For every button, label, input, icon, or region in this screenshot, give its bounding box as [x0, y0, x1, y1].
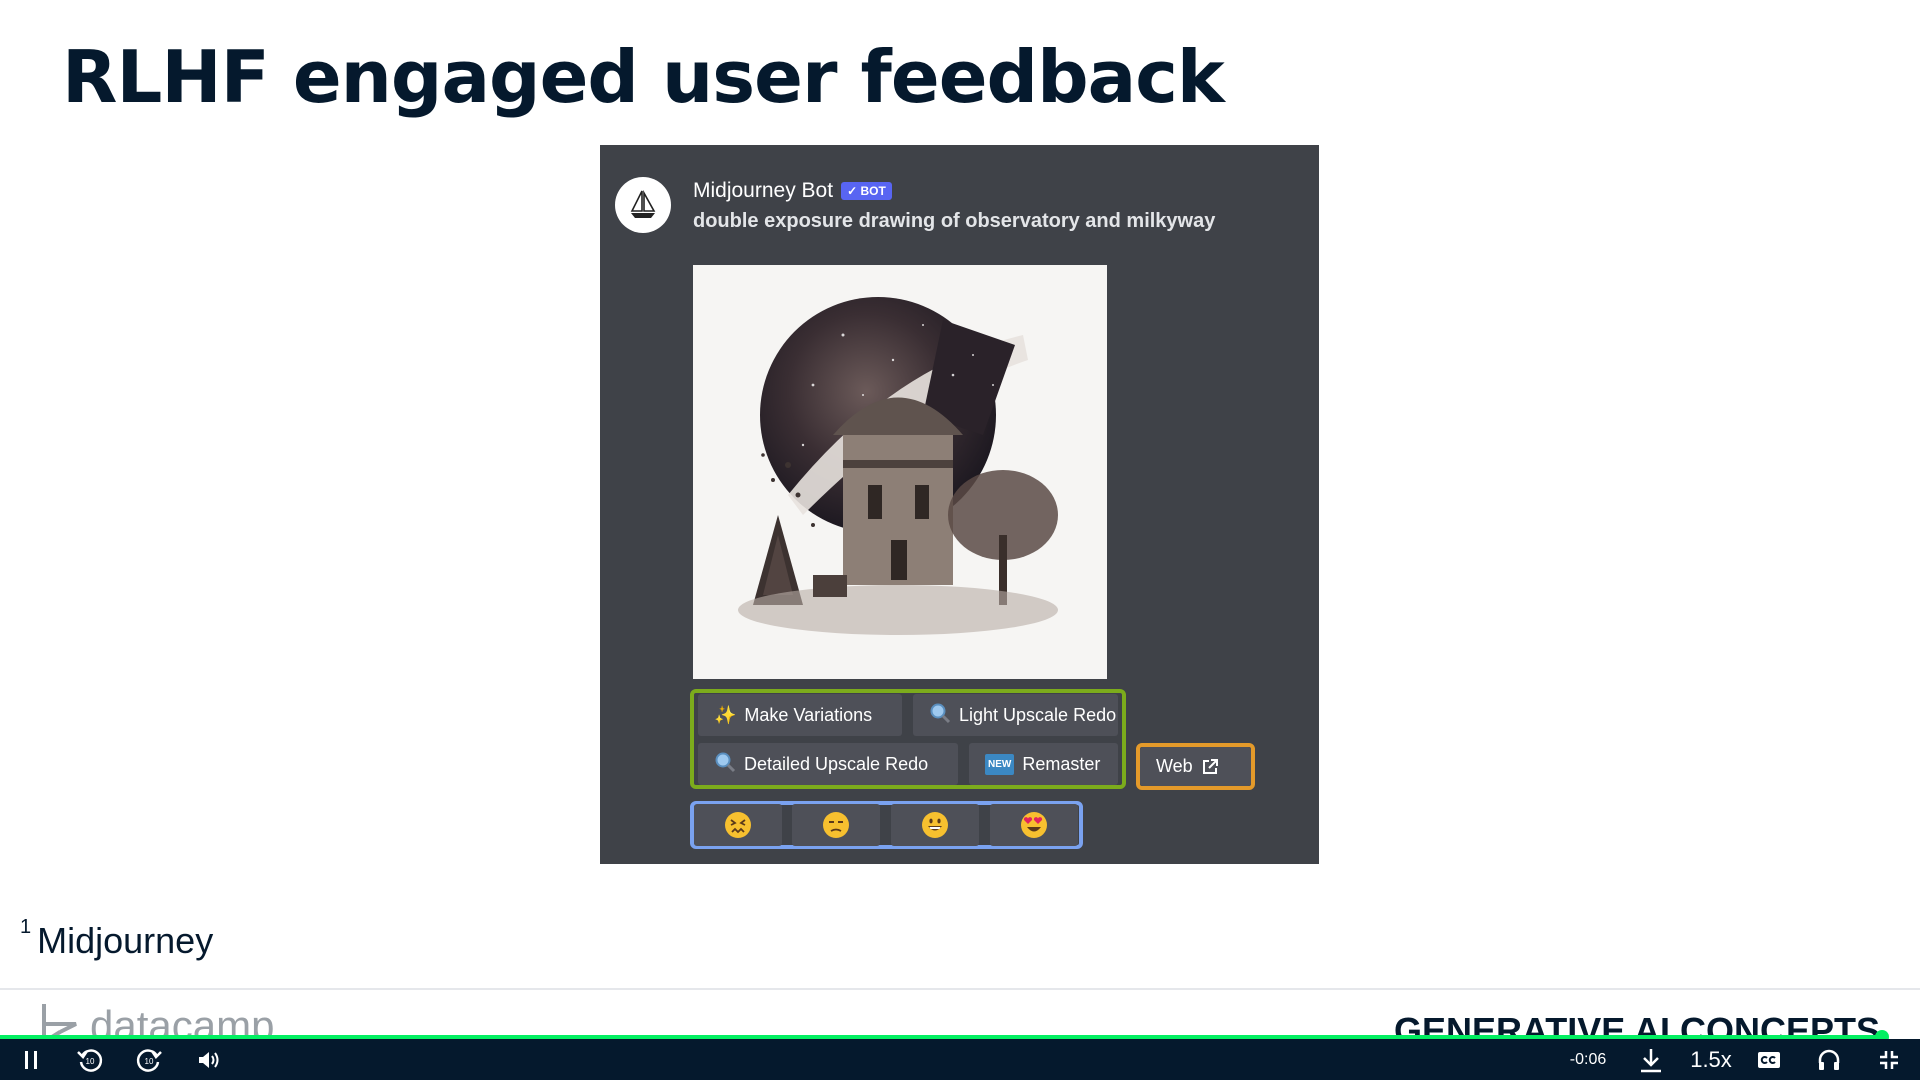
web-label: Web: [1156, 756, 1193, 776]
forward-10-icon: 10: [136, 1048, 162, 1072]
sailboat-icon: [630, 189, 656, 218]
download-icon: [1641, 1048, 1661, 1072]
reaction-button-unamused[interactable]: [792, 804, 880, 846]
bot-name[interactable]: Midjourney Bot: [693, 179, 833, 203]
playback-speed-button[interactable]: 1.5x: [1686, 1039, 1736, 1080]
rewind-10-button[interactable]: 10: [72, 1039, 108, 1080]
magic-wand-icon: ✨: [714, 704, 737, 725]
footnote-number: 1: [20, 916, 32, 938]
captions-button[interactable]: [1752, 1039, 1786, 1080]
magnifier-icon: [714, 751, 736, 778]
forward-10-button[interactable]: 10: [131, 1039, 167, 1080]
confounded-face-icon: [725, 812, 751, 838]
new-badge-icon: NEW: [985, 753, 1015, 775]
reaction-button-heart-eyes[interactable]: [990, 804, 1078, 846]
volume-button[interactable]: [192, 1039, 226, 1080]
remaster-label: Remaster: [1022, 753, 1101, 774]
reaction-button-grinning[interactable]: [891, 804, 979, 846]
video-player-controls: 10 10 -0:06 1.5x: [0, 1039, 1920, 1080]
grinning-face-icon: [922, 812, 948, 838]
heart-eyes-face-icon: [1021, 812, 1047, 838]
external-link-icon: [1202, 758, 1218, 774]
exit-fullscreen-button[interactable]: [1872, 1039, 1906, 1080]
detailed-upscale-redo-button[interactable]: Detailed Upscale Redo: [698, 743, 958, 785]
audio-button[interactable]: [1812, 1039, 1846, 1080]
pause-icon: [25, 1050, 37, 1069]
svg-text:10: 10: [145, 1057, 154, 1066]
exit-fullscreen-icon: [1880, 1050, 1898, 1069]
closed-captions-icon: [1758, 1051, 1780, 1068]
generated-image[interactable]: [693, 265, 1107, 679]
magnifier-icon: [929, 702, 951, 729]
prompt-text: double exposure drawing of observatory a…: [693, 210, 1216, 232]
rewind-10-icon: 10: [77, 1048, 103, 1072]
remaster-button[interactable]: NEW Remaster: [969, 743, 1118, 785]
discord-message-card: Midjourney Bot ✓ BOT double exposure dra…: [600, 145, 1319, 864]
make-variations-label: Make Variations: [744, 704, 873, 725]
detailed-upscale-redo-label: Detailed Upscale Redo: [744, 753, 929, 774]
download-button[interactable]: [1634, 1039, 1668, 1080]
bot-header: Midjourney Bot ✓ BOT: [693, 179, 892, 203]
footnote-text: Midjourney: [37, 920, 214, 961]
volume-icon: [199, 1051, 219, 1068]
pause-button[interactable]: [14, 1039, 48, 1080]
bot-badge: ✓ BOT: [841, 182, 892, 200]
headphones-icon: [1818, 1049, 1840, 1070]
slide-title: RLHF engaged user feedback: [62, 35, 1225, 119]
web-button[interactable]: Web: [1140, 747, 1251, 786]
light-upscale-redo-button[interactable]: Light Upscale Redo: [913, 694, 1118, 736]
svg-text:10: 10: [86, 1057, 95, 1066]
reaction-button-confounded[interactable]: [694, 804, 782, 846]
unamused-face-icon: [823, 812, 849, 838]
bot-avatar[interactable]: [615, 177, 671, 233]
light-upscale-redo-label: Light Upscale Redo: [959, 704, 1117, 725]
footnote: 1 Midjourney: [20, 916, 214, 962]
footer-divider: [0, 988, 1920, 990]
make-variations-button[interactable]: ✨ Make Variations: [698, 694, 902, 736]
time-remaining: -0:06: [1569, 1050, 1607, 1068]
